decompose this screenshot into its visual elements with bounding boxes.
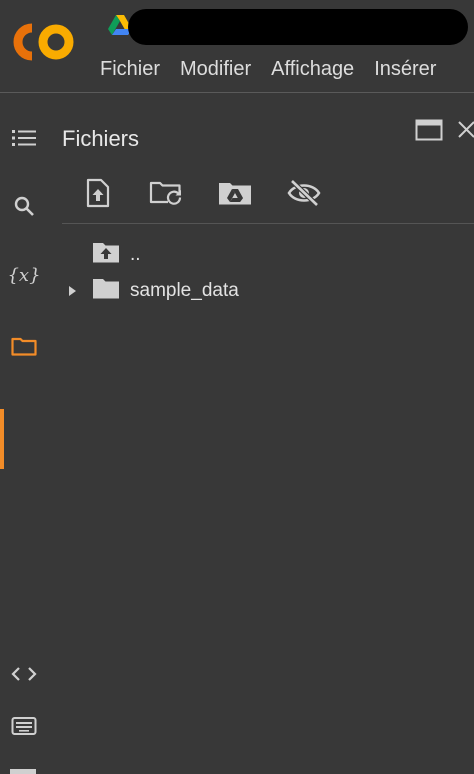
open-in-tab-icon bbox=[415, 119, 443, 145]
folder-icon bbox=[11, 336, 37, 356]
toggle-hidden-files-button[interactable] bbox=[284, 178, 324, 212]
rail-files[interactable] bbox=[0, 321, 48, 371]
menu-bar: Fichier Modifier Affichage Insérer bbox=[90, 56, 446, 82]
menu-fichier[interactable]: Fichier bbox=[90, 56, 170, 82]
menu-inserer[interactable]: Insérer bbox=[364, 56, 446, 82]
variables-icon: {x} bbox=[7, 264, 41, 286]
rail-variables[interactable]: {x} bbox=[0, 250, 48, 300]
tree-row-parent[interactable]: .. bbox=[92, 241, 141, 268]
folder-up-icon bbox=[92, 241, 120, 268]
active-indicator bbox=[0, 409, 4, 469]
top-bar: Fichier Modifier Affichage Insérer bbox=[0, 0, 474, 92]
close-button[interactable] bbox=[456, 119, 474, 144]
menu-modifier[interactable]: Modifier bbox=[170, 56, 261, 82]
left-rail: {x} bbox=[0, 93, 48, 774]
rail-command-palette[interactable] bbox=[0, 701, 48, 751]
redacted-title bbox=[128, 9, 468, 45]
refresh-button[interactable] bbox=[146, 178, 186, 212]
refresh-folder-icon bbox=[149, 180, 183, 211]
mount-drive-icon bbox=[218, 180, 252, 211]
upload-file-icon bbox=[86, 178, 110, 213]
toolbar-divider bbox=[62, 223, 474, 224]
tree-label-sample-data: sample_data bbox=[130, 279, 239, 301]
tree-label-parent: .. bbox=[130, 243, 141, 265]
list-icon bbox=[12, 128, 36, 148]
rail-search[interactable] bbox=[0, 181, 48, 231]
keyboard-icon bbox=[11, 716, 37, 736]
tree-row-sample-data[interactable]: sample_data bbox=[60, 277, 239, 304]
mount-drive-button[interactable] bbox=[215, 178, 255, 212]
rail-code-snippets[interactable] bbox=[0, 649, 48, 699]
folder-icon bbox=[92, 277, 120, 304]
upload-file-button[interactable] bbox=[78, 178, 118, 212]
code-icon bbox=[11, 665, 37, 683]
hide-hidden-files-icon bbox=[287, 178, 321, 212]
menu-affichage[interactable]: Affichage bbox=[261, 56, 364, 82]
files-panel: Fichiers .. sample_data bbox=[48, 93, 474, 774]
open-in-tab-button[interactable] bbox=[415, 119, 443, 146]
search-icon bbox=[13, 195, 35, 217]
colab-logo[interactable] bbox=[12, 22, 78, 62]
panel-title: Fichiers bbox=[62, 126, 140, 151]
terminal-icon[interactable] bbox=[10, 769, 36, 774]
chevron-right-icon[interactable] bbox=[60, 285, 84, 297]
rail-table-of-contents[interactable] bbox=[0, 113, 48, 163]
close-icon bbox=[456, 121, 474, 143]
